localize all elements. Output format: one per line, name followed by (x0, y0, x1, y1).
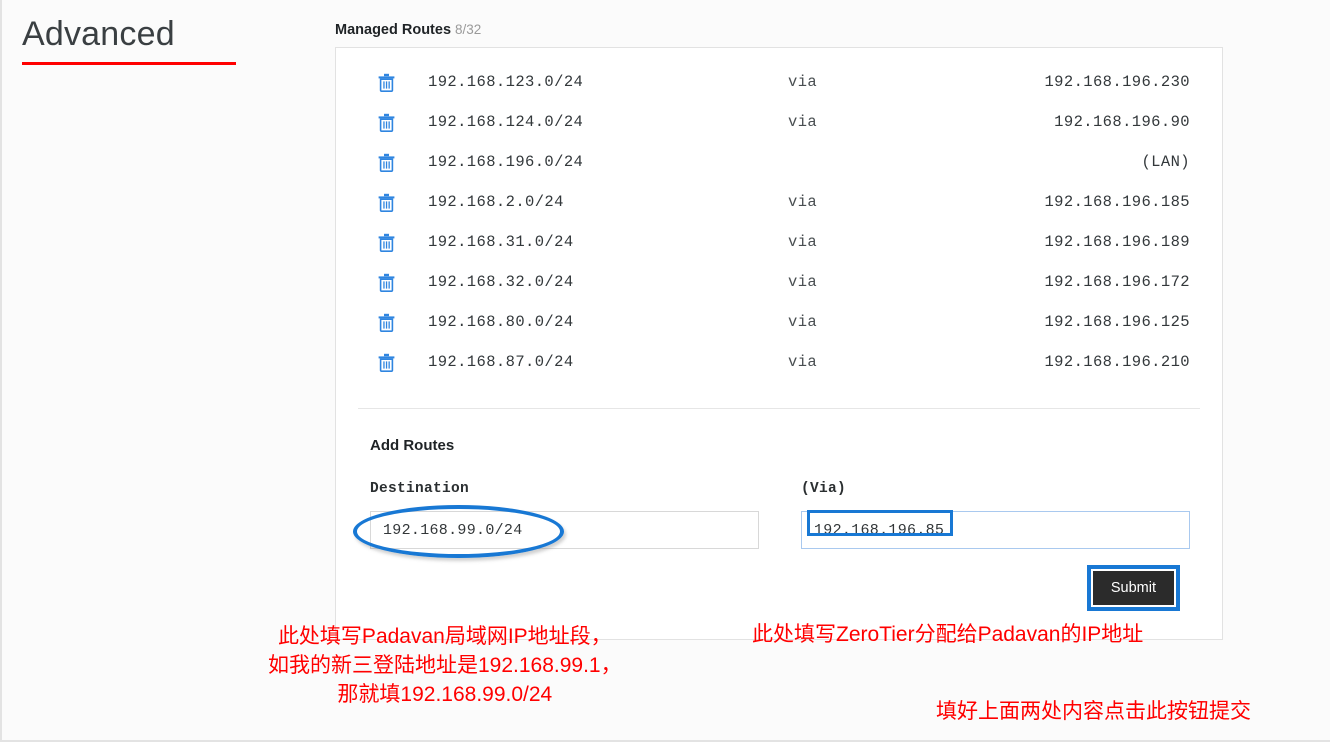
annotation-submit-note: 填好上面两处内容点击此按钮提交 (936, 700, 1251, 723)
route-destination: 192.168.123.0/24 (428, 73, 584, 91)
route-destination: 192.168.87.0/24 (428, 353, 574, 371)
table-row: 192.168.196.0/24 (LAN) (336, 142, 1222, 182)
add-routes-fields: Destination (Via) (353, 481, 1190, 558)
title-underline (22, 62, 236, 65)
route-gateway: (LAN) (1141, 153, 1190, 171)
trash-icon (378, 233, 395, 252)
managed-routes-title: Managed Routes (335, 22, 452, 38)
trash-icon (378, 273, 395, 292)
via-input[interactable] (801, 511, 1190, 549)
trash-icon (378, 193, 395, 212)
table-row: 192.168.123.0/24 via 192.168.196.230 (336, 62, 1222, 102)
table-row: 192.168.124.0/24 via 192.168.196.90 (336, 102, 1222, 142)
delete-route-button[interactable] (366, 73, 428, 92)
table-row: 192.168.32.0/24 via 192.168.196.172 (336, 262, 1222, 302)
delete-route-button[interactable] (366, 193, 428, 212)
delete-route-button[interactable] (366, 313, 428, 332)
submit-row: Submit (370, 565, 1190, 611)
route-via-label: via (788, 313, 818, 331)
trash-icon (378, 353, 395, 372)
via-label: (Via) (801, 481, 847, 497)
trash-icon (378, 73, 395, 92)
page-title-block: Advanced (22, 12, 302, 65)
route-via-label: via (788, 113, 818, 131)
annotation-destination-line2: 如我的新三登陆地址是192.168.99.1， (268, 654, 622, 677)
annotation-destination-line1: 此处填写Padavan局域网IP地址段， (277, 625, 612, 648)
routes-panel: 192.168.123.0/24 via 192.168.196.230 192.16… (335, 47, 1223, 640)
delete-route-button[interactable] (366, 113, 428, 132)
managed-routes-header: Managed Routes 8/32 (335, 22, 1225, 38)
route-destination: 192.168.196.0/24 (428, 153, 584, 171)
delete-route-button[interactable] (366, 273, 428, 292)
page-title: Advanced (22, 15, 175, 53)
route-gateway: 192.168.196.230 (1044, 73, 1190, 91)
trash-icon (378, 113, 395, 132)
destination-field-group: Destination (353, 481, 759, 558)
annotation-via-note: 此处填写ZeroTier分配给Padavan的IP地址 (752, 623, 1144, 646)
route-gateway: 192.168.196.189 (1044, 233, 1190, 251)
submit-holder: Submit (1086, 565, 1180, 611)
route-gateway: 192.168.196.210 (1044, 353, 1190, 371)
delete-route-button[interactable] (366, 233, 428, 252)
table-row: 192.168.87.0/24 via 192.168.196.210 (336, 342, 1222, 382)
destination-label: Destination (370, 481, 470, 497)
route-destination: 192.168.80.0/24 (428, 313, 574, 331)
route-destination: 192.168.124.0/24 (428, 113, 584, 131)
table-row: 192.168.31.0/24 via 192.168.196.189 (336, 222, 1222, 262)
route-via-label: via (788, 273, 818, 291)
route-via-label: via (788, 233, 818, 251)
route-gateway: 192.168.196.185 (1044, 193, 1190, 211)
delete-route-button[interactable] (366, 353, 428, 372)
add-routes-section: Add Routes Destination (Via) Submit (336, 409, 1222, 639)
route-gateway: 192.168.196.125 (1044, 313, 1190, 331)
add-routes-title: Add Routes (370, 437, 455, 454)
route-via-label: via (788, 73, 818, 91)
destination-input[interactable] (370, 511, 759, 549)
trash-icon (378, 313, 395, 332)
managed-routes-list: 192.168.123.0/24 via 192.168.196.230 192.16… (336, 48, 1222, 408)
submit-button[interactable]: Submit (1092, 571, 1174, 605)
route-gateway: 192.168.196.90 (1054, 113, 1190, 131)
annotation-destination-note: 此处填写Padavan局域网IP地址段， 如我的新三登陆地址是192.168.9… (268, 622, 622, 709)
route-destination: 192.168.31.0/24 (428, 233, 574, 251)
main-content: Managed Routes 8/32 192.168.123.0/24 via 19… (335, 22, 1225, 640)
managed-routes-count: 8/32 (455, 22, 482, 37)
annotation-destination-line3: 那就填192.168.99.0/24 (337, 683, 553, 706)
route-via-label: via (788, 193, 818, 211)
table-row: 192.168.80.0/24 via 192.168.196.125 (336, 302, 1222, 342)
route-gateway: 192.168.196.172 (1044, 273, 1190, 291)
table-row: 192.168.2.0/24 via 192.168.196.185 (336, 182, 1222, 222)
route-via-label: via (788, 353, 818, 371)
trash-icon (378, 153, 395, 172)
via-field-group: (Via) (801, 481, 1190, 549)
route-destination: 192.168.32.0/24 (428, 273, 574, 291)
route-destination: 192.168.2.0/24 (428, 193, 564, 211)
delete-route-button[interactable] (366, 153, 428, 172)
